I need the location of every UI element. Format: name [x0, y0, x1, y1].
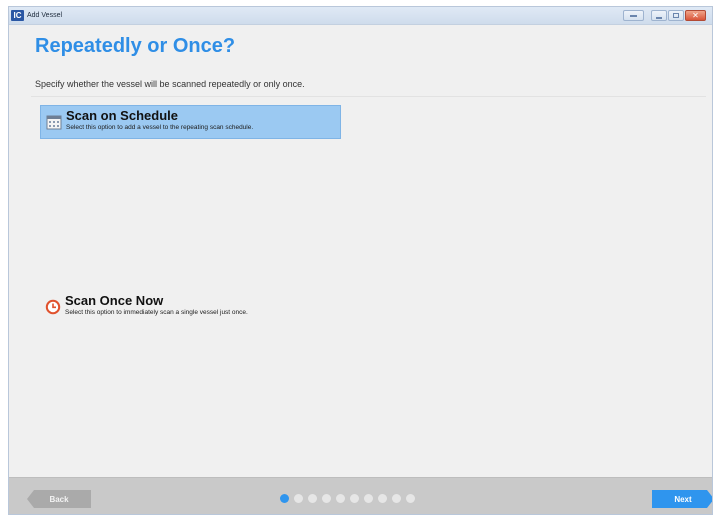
option-title: Scan on Schedule: [66, 108, 178, 123]
step-dot: [392, 494, 401, 503]
step-dot: [350, 494, 359, 503]
close-button[interactable]: ✕: [685, 10, 706, 21]
option-text: Scan Once Now Select this option to imme…: [65, 293, 248, 317]
calendar-icon: [46, 115, 62, 130]
title-bar: IC Add Vessel ✕: [9, 7, 712, 25]
clock-icon: [45, 299, 61, 315]
page-subtitle: Specify whether the vessel will be scann…: [35, 79, 305, 89]
divider: [31, 96, 706, 97]
wizard-footer: Back Next: [9, 477, 713, 514]
step-dot: [280, 494, 289, 503]
step-dot: [406, 494, 415, 503]
step-dot: [378, 494, 387, 503]
next-button[interactable]: Next: [652, 490, 713, 508]
option-text: Scan on Schedule Select this option to a…: [66, 108, 254, 132]
minimize-icon: [656, 16, 662, 19]
option-title: Scan Once Now: [65, 293, 164, 308]
step-dot: [336, 494, 345, 503]
step-indicator: [280, 494, 415, 503]
window-title: Add Vessel: [27, 12, 63, 19]
minimize-button[interactable]: [651, 10, 667, 21]
dash-icon: [630, 14, 637, 17]
step-dot: [322, 494, 331, 503]
option-description: Select this option to immediately scan a…: [65, 309, 248, 316]
option-scan-on-schedule[interactable]: Scan on Schedule Select this option to a…: [40, 105, 341, 139]
option-scan-once-now[interactable]: Scan Once Now Select this option to imme…: [40, 291, 360, 325]
step-dot: [364, 494, 373, 503]
step-dot: [294, 494, 303, 503]
close-icon: ✕: [692, 10, 699, 20]
option-description: Select this option to add a vessel to th…: [66, 124, 254, 131]
add-vessel-window: IC Add Vessel ✕ Repeatedly or Once? Spec…: [8, 6, 713, 515]
maximize-icon: [673, 13, 679, 18]
maximize-button[interactable]: [668, 10, 684, 21]
app-icon: IC: [11, 10, 24, 21]
window-extra-button[interactable]: [623, 10, 644, 21]
step-dot: [308, 494, 317, 503]
back-button[interactable]: Back: [27, 490, 91, 508]
page-title: Repeatedly or Once?: [35, 35, 236, 57]
